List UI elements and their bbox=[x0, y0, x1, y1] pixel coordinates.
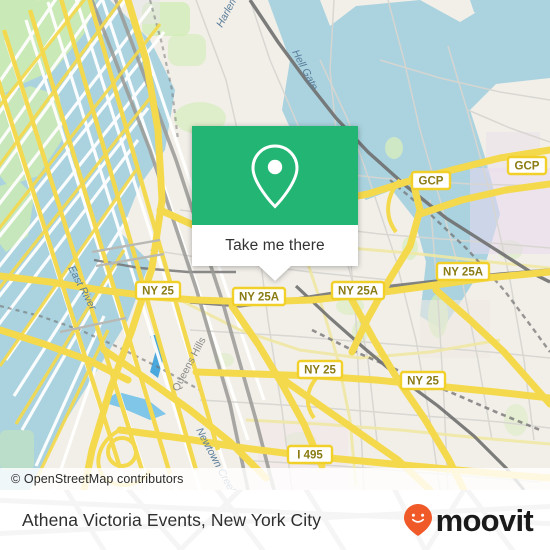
road-shield: NY 25 bbox=[399, 370, 447, 391]
moovit-smiley-pin-icon bbox=[403, 504, 432, 536]
location-title-text: Athena Victoria Events, New York City bbox=[22, 509, 322, 530]
location-title: Athena Victoria Events, New York City bbox=[22, 490, 321, 550]
road-shield: NY 25A bbox=[330, 280, 386, 301]
callout-icon-area bbox=[192, 126, 358, 225]
svg-text:GCP: GCP bbox=[419, 176, 444, 188]
svg-text:GCP: GCP bbox=[515, 161, 540, 173]
moovit-location-card: Harlem Hell Gate East River Newtown Cree… bbox=[0, 0, 550, 550]
road-shield: NY 25A bbox=[435, 261, 491, 282]
take-me-there-button[interactable]: Take me there bbox=[192, 225, 358, 266]
svg-text:NY 25A: NY 25A bbox=[443, 267, 483, 279]
svg-text:NY 25A: NY 25A bbox=[338, 286, 378, 298]
road-shield: NY 25 bbox=[296, 359, 344, 380]
road-shield: GCP bbox=[410, 170, 452, 191]
svg-text:NY 25A: NY 25A bbox=[239, 292, 279, 304]
location-callout-card[interactable]: Take me there bbox=[192, 126, 358, 281]
road-shield: GCP bbox=[506, 155, 548, 176]
svg-text:NY 25: NY 25 bbox=[142, 286, 174, 298]
moovit-wordmark: moovit bbox=[435, 502, 534, 538]
svg-text:I 495: I 495 bbox=[297, 450, 323, 462]
callout-pointer bbox=[259, 266, 291, 281]
footer-bar: Athena Victoria Events, New York City mo… bbox=[0, 490, 550, 550]
map-pin-icon bbox=[251, 143, 299, 209]
road-shield: NY 25 bbox=[134, 280, 182, 301]
svg-text:NY 25: NY 25 bbox=[407, 376, 439, 388]
take-me-there-label: Take me there bbox=[225, 236, 325, 254]
moovit-logo[interactable]: moovit bbox=[403, 490, 534, 550]
osm-attribution-text: © OpenStreetMap contributors bbox=[11, 472, 184, 486]
road-shield: I 495 bbox=[286, 444, 334, 465]
road-shield: NY 25A bbox=[231, 286, 287, 307]
osm-attribution[interactable]: © OpenStreetMap contributors bbox=[0, 468, 550, 490]
svg-text:NY 25: NY 25 bbox=[304, 365, 336, 377]
